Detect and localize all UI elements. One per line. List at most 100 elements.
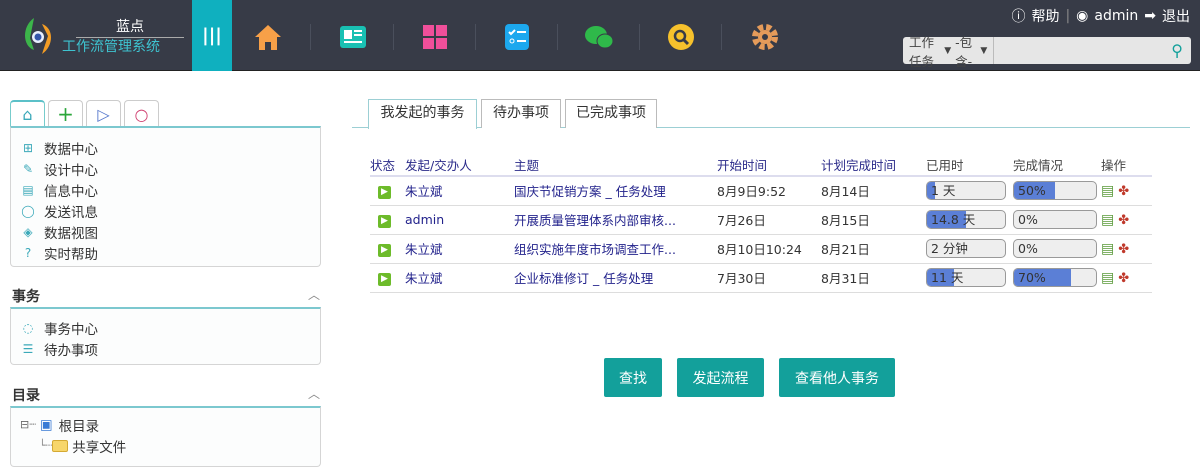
due-time: 8月21日: [821, 234, 926, 264]
menu-toggle-button[interactable]: |||: [192, 0, 232, 71]
sidebar-item-data-center[interactable]: ⊞ 数据中心: [11, 137, 320, 158]
affairs-header[interactable]: 事务 ︿: [12, 286, 320, 306]
table-row: ▶ 朱立斌 企业标准修订 _ 任务处理 7月30日 8月31日 11 天 70%…: [370, 263, 1152, 293]
tab-initiated[interactable]: 我发起的事务: [368, 99, 477, 129]
progress-bar: 50%: [1013, 181, 1097, 201]
home-icon: ⌂: [22, 105, 33, 124]
chevron-up-icon[interactable]: ︿: [308, 385, 320, 405]
flow-icon[interactable]: ✤: [1118, 184, 1129, 199]
sidebar-item-todo[interactable]: ☰ 待办事项: [11, 338, 320, 359]
home-icon[interactable]: [253, 22, 283, 52]
logout-link[interactable]: 退出: [1162, 6, 1190, 26]
progress-bar: 0%: [1013, 210, 1097, 229]
palette-icon: ✎: [22, 161, 34, 176]
user-link[interactable]: admin: [1094, 8, 1138, 24]
search-input[interactable]: [994, 37, 1172, 64]
refresh-icon: ◌: [22, 320, 34, 335]
message-icon: ◯: [21, 203, 35, 218]
grid-icon: ⊞: [22, 140, 34, 155]
due-time: 8月15日: [821, 205, 926, 235]
news-icon[interactable]: [338, 22, 368, 52]
tab-todo[interactable]: 待办事项: [481, 99, 561, 128]
detail-icon[interactable]: ▤: [1101, 270, 1114, 286]
col-subject: 主题: [514, 154, 717, 177]
sidebar-tab-home[interactable]: ⌂: [10, 100, 45, 127]
view-others-button[interactable]: 查看他人事务: [779, 358, 895, 397]
tab-completed[interactable]: 已完成事项: [565, 99, 657, 128]
sidebar-tab-add[interactable]: +: [48, 100, 83, 127]
chat-icon[interactable]: [584, 22, 614, 52]
table-row: ▶ admin 开展质量管理体系内部审核... 7月26日 8月15日 14.8…: [370, 205, 1152, 235]
subject-link[interactable]: 企业标准修订 _ 任务处理: [514, 271, 653, 286]
logout-icon[interactable]: ➡: [1144, 8, 1156, 24]
top-header: 蓝点 工作流管理系统 ||| ⓘ 帮助 | ◉ admin ➡ 退出 工作任务 ▼ -包含…: [0, 0, 1200, 71]
find-button[interactable]: 查找: [604, 358, 662, 397]
checklist-icon[interactable]: [502, 22, 532, 52]
used-time-bar: 14.8 天: [926, 210, 1006, 229]
sidebar-item-send-message[interactable]: ◯ 发送讯息: [11, 200, 320, 221]
affairs-panel: ◌ 事务中心 ☰ 待办事项: [10, 307, 321, 365]
person-link[interactable]: 朱立斌: [405, 184, 443, 199]
plus-icon: +: [57, 102, 74, 126]
progress-bar: 70%: [1013, 268, 1097, 287]
detail-icon[interactable]: ▤: [1101, 212, 1114, 228]
search-icon[interactable]: [666, 22, 696, 52]
list-icon: ☰: [22, 341, 34, 356]
brand-subtitle: 工作流管理系统: [62, 39, 160, 55]
start-time: 7月26日: [717, 205, 821, 235]
sidebar-item-design-center[interactable]: ✎ 设计中心: [11, 158, 320, 179]
sidebar-item-info-center[interactable]: ▤ 信息中心: [11, 179, 320, 200]
subject-link[interactable]: 国庆节促销方案 _ 任务处理: [514, 184, 666, 199]
person-link[interactable]: admin: [405, 212, 444, 227]
tree-node-root[interactable]: ⊟┈ ▣ 根目录: [11, 414, 320, 435]
gear-icon[interactable]: [750, 22, 780, 52]
detail-icon[interactable]: ▤: [1101, 183, 1114, 199]
progress-bar: 0%: [1013, 239, 1097, 258]
sidebar-item-data-view[interactable]: ◈ 数据视图: [11, 221, 320, 242]
detail-icon[interactable]: ▤: [1101, 241, 1114, 257]
start-time: 8月9日9:52: [717, 176, 821, 206]
col-status: 状态: [370, 154, 405, 177]
flow-icon[interactable]: ✤: [1118, 271, 1129, 286]
computer-icon: ▣: [39, 416, 53, 433]
subject-link[interactable]: 开展质量管理体系内部审核...: [514, 213, 676, 228]
sidebar-item-affairs-center[interactable]: ◌ 事务中心: [11, 317, 320, 338]
tree-node-shared[interactable]: └┈ 共享文件: [11, 435, 320, 456]
flow-icon[interactable]: ✤: [1118, 242, 1129, 257]
sidebar-tab-search[interactable]: ○: [124, 100, 159, 127]
sidebar-tabs: ⌂ + ▷ ○: [10, 100, 159, 127]
user-icon: ◉: [1076, 8, 1089, 24]
col-actions: 操作: [1101, 154, 1152, 177]
directory-tree: ⊟┈ ▣ 根目录 └┈ 共享文件: [10, 406, 321, 467]
chevron-up-icon[interactable]: ︿: [308, 286, 320, 306]
search-submit-icon[interactable]: ⚲: [1171, 41, 1191, 60]
start-flow-button[interactable]: 发起流程: [677, 358, 764, 397]
due-time: 8月14日: [821, 176, 926, 206]
used-time-bar: 11 天: [926, 268, 1006, 287]
person-link[interactable]: 朱立斌: [405, 242, 443, 257]
subject-link[interactable]: 组织实施年度市场调查工作...: [514, 242, 676, 257]
due-time: 8月31日: [821, 263, 926, 293]
apps-icon[interactable]: [420, 22, 450, 52]
flow-icon[interactable]: ✤: [1118, 213, 1129, 228]
used-time-bar: 2 分钟: [926, 239, 1006, 258]
status-arrow-icon: ▶: [378, 186, 391, 200]
layers-icon: ◈: [23, 224, 33, 239]
person-link[interactable]: 朱立斌: [405, 271, 443, 286]
col-done: 完成情况: [1013, 154, 1101, 177]
collapse-icon[interactable]: ⊟┈: [20, 418, 36, 431]
play-icon: ▷: [97, 104, 110, 124]
search-type-select[interactable]: 工作任务 ▼ -包含- ▼: [903, 35, 995, 69]
help-icon: ?: [24, 245, 32, 260]
sidebar-tab-play[interactable]: ▷: [86, 100, 121, 127]
sidebar-menu: ⊞ 数据中心 ✎ 设计中心 ▤ 信息中心 ◯ 发送讯息 ◈ 数据视图 ? 实时帮助: [10, 126, 321, 267]
search-bar: 工作任务 ▼ -包含- ▼ ⚲: [903, 35, 1191, 69]
directory-header[interactable]: 目录 ︿: [12, 385, 320, 405]
help-icon[interactable]: ⓘ: [1011, 6, 1025, 26]
help-link[interactable]: 帮助: [1031, 6, 1059, 26]
logo: 蓝点 工作流管理系统: [20, 14, 190, 58]
folder-icon: [52, 439, 69, 452]
col-person: 发起/交办人: [405, 154, 514, 177]
sidebar-item-help[interactable]: ? 实时帮助: [11, 242, 320, 263]
col-due: 计划完成时间: [821, 154, 926, 177]
